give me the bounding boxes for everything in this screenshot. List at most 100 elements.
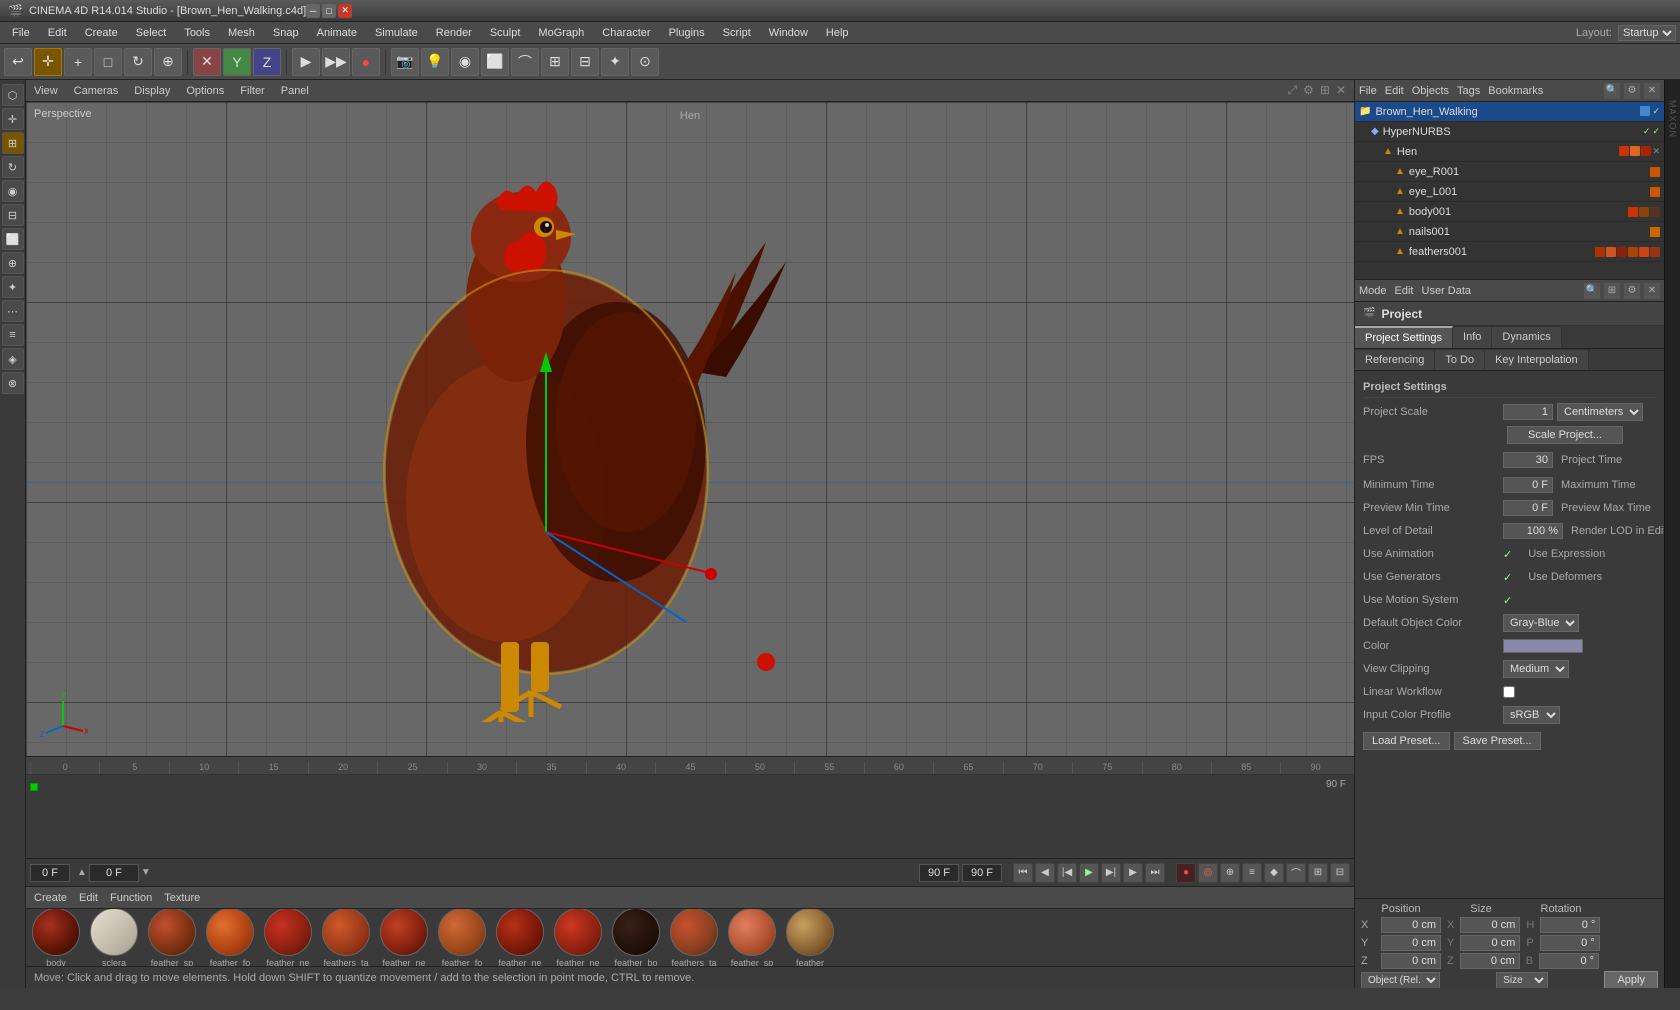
toolbar-connect[interactable]: ⊟ [571, 48, 599, 76]
toolbar-camera[interactable]: 📷 [391, 48, 419, 76]
tl-layers[interactable]: ≡ [1242, 863, 1262, 883]
toolbar-object[interactable]: □ [94, 48, 122, 76]
coords-size-mode-select[interactable]: Size Scale [1496, 972, 1548, 989]
ps-input-min-time[interactable] [1503, 477, 1553, 493]
material-feather-ne3[interactable]: feather_ne [494, 909, 546, 966]
tl-goto-start[interactable]: ⏮ [1013, 863, 1033, 883]
menu-help[interactable]: Help [818, 25, 857, 41]
vp-menu-panel[interactable]: Panel [281, 85, 309, 97]
tl-next-key[interactable]: ▶| [1101, 863, 1121, 883]
menu-sculpt[interactable]: Sculpt [482, 25, 529, 41]
ps-scale-project-btn[interactable]: Scale Project... [1507, 426, 1623, 444]
tl-prev-key[interactable]: |◀ [1057, 863, 1077, 883]
mat-menu-create[interactable]: Create [34, 892, 67, 904]
timeline-frame-down[interactable]: ▼ [141, 867, 151, 878]
om-close-btn[interactable]: ✕ [1644, 83, 1660, 99]
coord-size-x[interactable] [1460, 917, 1520, 933]
obj-row-body[interactable]: ▲ body001 [1355, 202, 1664, 222]
coord-rot-b[interactable] [1539, 953, 1599, 969]
tl-motion-path[interactable]: ⊕ [1220, 863, 1240, 883]
attr-menu-edit[interactable]: Edit [1395, 285, 1414, 297]
lt-points[interactable]: ◉ [2, 180, 24, 202]
lt-edges[interactable]: ⊟ [2, 204, 24, 226]
obj-row-hypernurbs[interactable]: ◆ HyperNURBS ✓ ✓ [1355, 122, 1664, 142]
menu-character[interactable]: Character [594, 25, 658, 41]
om-settings-btn[interactable]: ⚙ [1624, 83, 1640, 99]
tl-record-anim[interactable]: ◎ [1198, 863, 1218, 883]
ps-check-use-motion[interactable]: ✓ [1503, 594, 1512, 607]
ps-load-preset-btn[interactable]: Load Preset... [1363, 732, 1450, 750]
timeline-play-head[interactable] [30, 783, 38, 791]
om-menu-tags[interactable]: Tags [1457, 85, 1480, 97]
vp-icon-close[interactable]: ✕ [1336, 83, 1346, 98]
toolbar-bone[interactable]: ✦ [601, 48, 629, 76]
menu-file[interactable]: File [4, 25, 38, 41]
toolbar-cube[interactable]: ⬜ [481, 48, 509, 76]
menu-simulate[interactable]: Simulate [367, 25, 426, 41]
material-feather-bo1[interactable]: feather_bo [610, 909, 662, 966]
material-feather-fo1[interactable]: feather_fo [204, 909, 256, 966]
lt-select[interactable]: ⬡ [2, 84, 24, 106]
lt-sculpt[interactable]: ⋯ [2, 300, 24, 322]
toolbar-new-obj[interactable]: + [64, 48, 92, 76]
timeline-body[interactable]: 90 F [26, 775, 1354, 858]
coords-object-rel-select[interactable]: Object (Rel. World [1361, 972, 1440, 989]
tl-powertracks[interactable]: ⊞ [1308, 863, 1328, 883]
om-menu-file[interactable]: File [1359, 85, 1377, 97]
timeline-end-time[interactable]: 90 F [919, 864, 959, 882]
attr-menu-userdata[interactable]: User Data [1422, 285, 1472, 297]
tl-record-key[interactable]: ● [1176, 863, 1196, 883]
maximize-button[interactable]: □ [322, 4, 336, 18]
tl-keyframe[interactable]: ◆ [1264, 863, 1284, 883]
lt-uv[interactable]: ⊕ [2, 252, 24, 274]
tab-referencing[interactable]: Referencing [1355, 349, 1435, 370]
mat-menu-texture[interactable]: Texture [164, 892, 200, 904]
menu-animate[interactable]: Animate [309, 25, 365, 41]
tab-todo[interactable]: To Do [1435, 349, 1485, 370]
material-feathers-ta1[interactable]: feathers_ta [320, 909, 372, 966]
tab-info[interactable]: Info [1453, 326, 1492, 348]
material-feather-ne2[interactable]: feather_ne [378, 909, 430, 966]
menu-render[interactable]: Render [428, 25, 480, 41]
vp-menu-display[interactable]: Display [134, 85, 170, 97]
material-feather-fo2[interactable]: feather_fo [436, 909, 488, 966]
lt-paint[interactable]: ✦ [2, 276, 24, 298]
lt-scale[interactable]: ⊞ [2, 132, 24, 154]
menu-snap[interactable]: Snap [265, 25, 307, 41]
coord-size-z[interactable] [1460, 953, 1520, 969]
obj-row-brown-hen[interactable]: 📁 Brown_Hen_Walking ✓ [1355, 102, 1664, 122]
ps-color-swatch[interactable] [1503, 639, 1583, 653]
coord-pos-y[interactable] [1381, 935, 1441, 951]
menu-create[interactable]: Create [77, 25, 126, 41]
toolbar-array[interactable]: ⊞ [541, 48, 569, 76]
tl-goto-end[interactable]: ⏭ [1145, 863, 1165, 883]
coord-rot-p[interactable] [1540, 935, 1600, 951]
material-sclera[interactable]: sclera [88, 909, 140, 966]
toolbar-bend[interactable]: ⌒ [511, 48, 539, 76]
coord-rot-h[interactable] [1540, 917, 1600, 933]
ps-input-fps[interactable] [1503, 452, 1553, 468]
menu-script[interactable]: Script [715, 25, 759, 41]
menu-mesh[interactable]: Mesh [220, 25, 263, 41]
toolbar-play-sel[interactable]: ▶▶ [322, 48, 350, 76]
toolbar-undo[interactable]: ↩ [4, 48, 32, 76]
menu-edit[interactable]: Edit [40, 25, 75, 41]
attr-search-btn[interactable]: 🔍 [1584, 283, 1600, 299]
timeline-frame-up[interactable]: ▲ [77, 867, 87, 878]
vp-icon-settings[interactable]: ⚙ [1303, 83, 1314, 98]
ps-input-preview-min[interactable] [1503, 500, 1553, 516]
mat-menu-edit[interactable]: Edit [79, 892, 98, 904]
toolbar-x[interactable]: ✕ [193, 48, 221, 76]
layout-select[interactable]: Startup [1618, 25, 1676, 41]
ps-select-scale-unit[interactable]: Centimeters Meters Inches [1557, 403, 1643, 421]
tl-curves[interactable]: ⌒ [1286, 863, 1306, 883]
tl-timeline-window[interactable]: ⊟ [1330, 863, 1350, 883]
ps-check-use-gen[interactable]: ✓ [1503, 571, 1512, 584]
obj-row-nails[interactable]: ▲ nails001 [1355, 222, 1664, 242]
material-body[interactable]: body [30, 909, 82, 966]
menu-plugins[interactable]: Plugins [661, 25, 713, 41]
material-feather-sp2[interactable]: feather_sp [726, 909, 778, 966]
menu-window[interactable]: Window [761, 25, 816, 41]
vp-icon-expand[interactable]: ⤢ [1288, 83, 1298, 98]
ps-save-preset-btn[interactable]: Save Preset... [1454, 732, 1541, 750]
